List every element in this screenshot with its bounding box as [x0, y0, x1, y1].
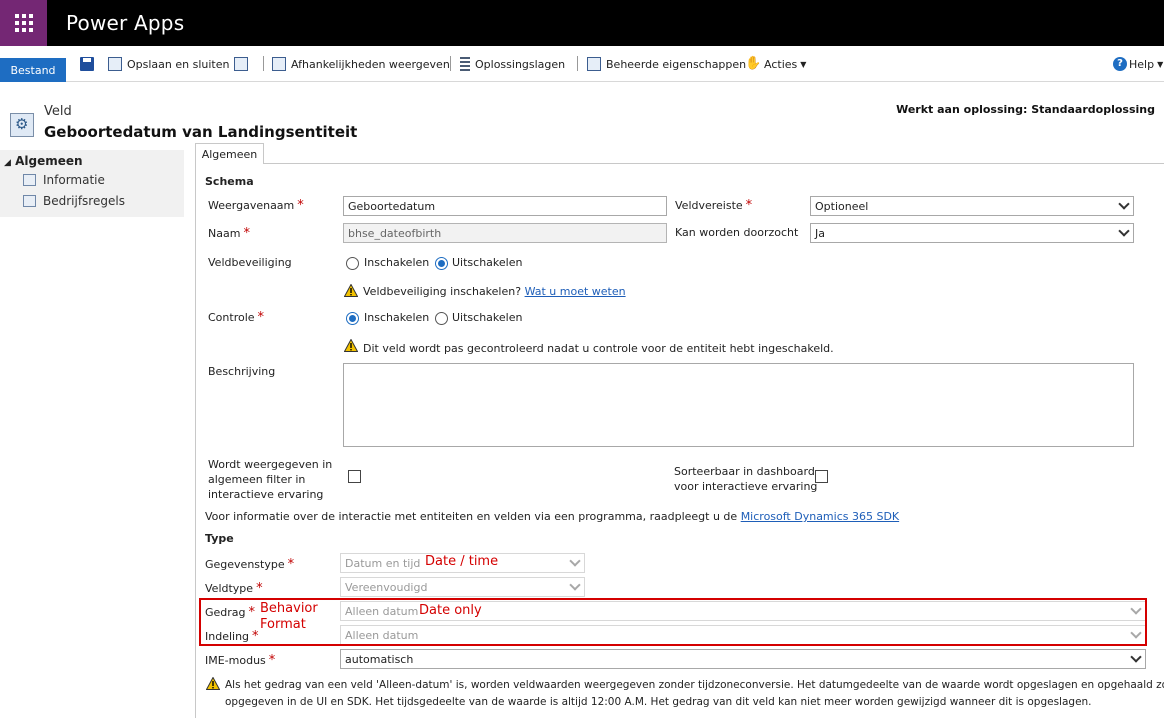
dependencies-button[interactable]: Afhankelijkheden weergeven — [272, 55, 450, 73]
hand-icon: ✋ — [745, 56, 762, 71]
annotation-date-only: Date only — [419, 603, 482, 618]
chevron-down-icon — [1118, 198, 1130, 210]
nav-item-business-rules[interactable]: Bedrijfsregels — [23, 194, 125, 208]
managed-properties-icon — [587, 57, 601, 71]
waffle-icon — [14, 14, 33, 32]
display-name-label: Weergavenaam * — [208, 198, 304, 213]
save-button[interactable] — [80, 55, 99, 73]
searchable-select[interactable]: Ja — [810, 223, 1134, 243]
chevron-down-icon — [1118, 225, 1130, 237]
global-filter-label: Wordt weergegeven in algemeen filter in … — [208, 458, 333, 501]
toolbar-divider — [263, 56, 264, 71]
sdk-info-text: Voor informatie over de interactie met e… — [205, 510, 900, 523]
highlight-box — [199, 598, 1147, 646]
warning-icon — [344, 339, 358, 352]
collapse-triangle-icon: ◢ — [4, 158, 11, 168]
name-label: Naam * — [208, 226, 250, 241]
toolbar-divider — [450, 56, 451, 71]
app-title: Power Apps — [66, 11, 185, 35]
tab-general[interactable]: Algemeen — [195, 143, 264, 164]
command-bar: Bestand Opslaan en sluiten Afhankelijkhe… — [0, 46, 1164, 82]
save-close-label: Opslaan en sluiten — [127, 57, 230, 71]
audit-enable-label: Inschakelen — [364, 311, 430, 324]
sortable-label: Sorteerbaar in dashboard voor interactie… — [674, 465, 818, 493]
searchable-label: Kan worden doorzocht — [675, 226, 799, 239]
global-filter-checkbox[interactable] — [348, 470, 361, 483]
description-textarea[interactable] — [343, 363, 1134, 447]
display-name-input[interactable]: Geboortedatum — [343, 196, 667, 216]
content-border — [195, 163, 196, 718]
caret-down-icon: ▼ — [800, 59, 807, 69]
help-menu[interactable]: ? Help ▼ — [1113, 55, 1163, 73]
field-security-label: Veldbeveiliging — [208, 256, 292, 269]
field-type-label: Veldtype * — [205, 581, 263, 596]
nav-group-general[interactable]: ◢ Algemeen — [4, 154, 83, 168]
entity-type-label: Veld — [44, 104, 72, 119]
solution-indicator: Werkt aan oplossing: Standaardoplossing — [896, 103, 1155, 116]
warning-icon — [344, 284, 358, 297]
help-icon: ? — [1113, 57, 1127, 71]
audit-disable-radio[interactable] — [435, 312, 448, 325]
layers-icon — [460, 57, 470, 71]
nav-item-information[interactable]: Informatie — [23, 173, 105, 187]
chevron-down-icon — [569, 579, 581, 591]
actions-label: Acties — [764, 57, 798, 71]
page-title: Geboortedatum van Landingsentiteit — [44, 123, 358, 141]
security-warning: Veldbeveiliging inschakelen? Wat u moet … — [363, 285, 626, 298]
managed-properties-label: Beheerde eigenschappen — [606, 57, 747, 71]
date-only-note: Als het gedrag van een veld 'Alleen-datu… — [225, 679, 1164, 708]
ime-mode-select[interactable]: automatisch — [340, 649, 1146, 669]
caret-down-icon: ▼ — [1157, 59, 1164, 69]
data-type-label: Gegevenstype * — [205, 557, 295, 572]
audit-label: Controle * — [208, 310, 265, 325]
sortable-checkbox[interactable] — [815, 470, 828, 483]
solution-layers-button[interactable]: Oplossingslagen — [460, 55, 565, 73]
dependencies-icon — [272, 57, 286, 71]
sdk-link[interactable]: Microsoft Dynamics 365 SDK — [741, 510, 899, 523]
ime-mode-label: IME-modus * — [205, 653, 276, 668]
schema-name-input: bhse_dateofbirth — [343, 223, 667, 243]
managed-properties-button[interactable]: Beheerde eigenschappen — [587, 55, 746, 73]
audit-warning: Dit veld wordt pas gecontroleerd nadat u… — [363, 342, 834, 355]
toolbar-divider — [577, 56, 578, 71]
dependencies-label: Afhankelijkheden weergeven — [291, 57, 450, 71]
tab-underline — [264, 163, 1164, 164]
app-launcher-button[interactable] — [0, 0, 47, 46]
schema-heading: Schema — [205, 175, 254, 188]
publish-icon — [234, 57, 248, 71]
annotation-format: Format — [260, 617, 306, 632]
chevron-down-icon — [1130, 651, 1142, 663]
actions-menu[interactable]: ✋ Acties ▼ — [745, 55, 806, 73]
help-label: Help — [1129, 57, 1155, 71]
audit-enable-radio[interactable] — [346, 312, 359, 325]
field-type-select: Vereenvoudigd — [340, 577, 585, 597]
annotation-date-time: Date / time — [425, 554, 499, 569]
security-disable-label: Uitschakelen — [452, 256, 523, 269]
chevron-down-icon — [569, 555, 581, 567]
annotation-behavior: Behavior — [260, 601, 318, 616]
file-tab-button[interactable]: Bestand — [0, 58, 66, 82]
field-requirement-select[interactable]: Optioneel — [810, 196, 1134, 216]
what-to-know-link[interactable]: Wat u moet weten — [525, 285, 626, 298]
save-close-icon — [108, 57, 122, 71]
field-requirement-label: Veldvereiste * — [675, 198, 753, 213]
top-bar: Power Apps — [0, 0, 1164, 46]
field-entity-icon — [10, 113, 34, 137]
save-icon — [80, 57, 94, 71]
left-navigation: ◢ Algemeen Informatie Bedrijfsregels — [0, 150, 184, 217]
audit-disable-label: Uitschakelen — [452, 311, 523, 324]
security-enable-label: Inschakelen — [364, 256, 430, 269]
rules-icon — [23, 195, 36, 207]
save-close-button[interactable]: Opslaan en sluiten — [108, 55, 229, 73]
security-disable-radio[interactable] — [435, 257, 448, 270]
type-heading: Type — [205, 532, 234, 545]
publish-button[interactable] — [234, 55, 253, 73]
warning-icon — [206, 677, 220, 690]
form-icon — [23, 174, 36, 186]
solution-layers-label: Oplossingslagen — [475, 57, 566, 71]
description-label: Beschrijving — [208, 365, 276, 378]
security-enable-radio[interactable] — [346, 257, 359, 270]
